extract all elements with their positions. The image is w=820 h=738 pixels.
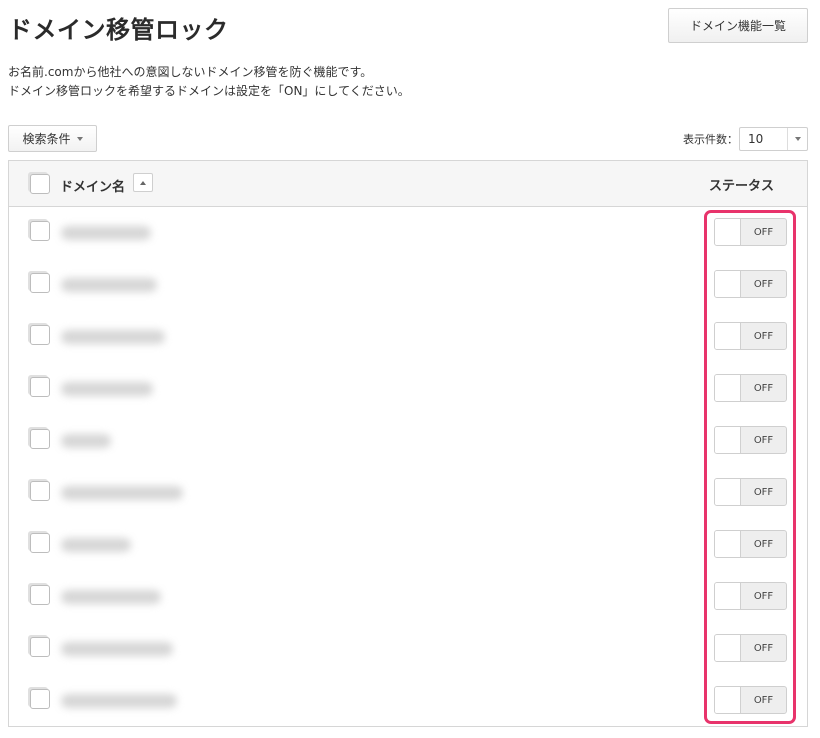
- table-row: OFF: [9, 623, 807, 675]
- toggle-label: OFF: [753, 226, 774, 238]
- toggle-knob: [715, 583, 741, 609]
- table-row: OFF: [9, 207, 807, 259]
- transfer-lock-toggle[interactable]: OFF: [714, 322, 787, 350]
- toggle-knob: [715, 531, 741, 557]
- toggle-knob: [715, 687, 741, 713]
- toggle-label: OFF: [753, 642, 774, 654]
- description-line-1: お名前.comから他社への意図しないドメイン移管を防ぐ機能です。: [8, 65, 373, 79]
- row-checkbox[interactable]: [30, 429, 50, 449]
- toggle-knob: [715, 219, 741, 245]
- table-row: OFF: [9, 415, 807, 467]
- description: お名前.comから他社への意図しないドメイン移管を防ぐ機能です。 ドメイン移管ロ…: [8, 63, 410, 101]
- toggle-label: OFF: [753, 694, 774, 706]
- status-column-header: ステータス: [709, 179, 775, 194]
- sort-up-icon: [140, 180, 146, 185]
- transfer-lock-toggle[interactable]: OFF: [714, 530, 787, 558]
- domain-name-redacted: [61, 694, 177, 708]
- toggle-label: OFF: [753, 278, 774, 290]
- toggle-label: OFF: [753, 538, 774, 550]
- toggle-label: OFF: [753, 434, 774, 446]
- sort-button[interactable]: [133, 173, 153, 192]
- domain-name-redacted: [61, 486, 183, 500]
- display-count-value: 10: [748, 132, 764, 146]
- row-checkbox[interactable]: [30, 325, 50, 345]
- search-conditions-button[interactable]: 検索条件: [8, 125, 97, 152]
- row-checkbox[interactable]: [30, 221, 50, 241]
- domain-name-redacted: [61, 278, 157, 292]
- table-row: OFF: [9, 311, 807, 363]
- table-row: OFF: [9, 467, 807, 519]
- domain-table: ドメイン名 ステータス OFF OFF OFF OFF OFF OFF OFF: [8, 160, 808, 727]
- domain-name-redacted: [61, 226, 151, 240]
- dropdown-arrow: [787, 128, 807, 150]
- display-count-label: 表示件数：: [683, 133, 738, 146]
- display-count-select[interactable]: 10: [739, 127, 808, 151]
- row-checkbox[interactable]: [30, 533, 50, 553]
- transfer-lock-toggle[interactable]: OFF: [714, 270, 787, 298]
- caret-down-icon: [76, 136, 83, 141]
- transfer-lock-toggle[interactable]: OFF: [714, 374, 787, 402]
- toggle-knob: [715, 479, 741, 505]
- table-row: OFF: [9, 571, 807, 623]
- table-row: OFF: [9, 675, 807, 727]
- toggle-knob: [715, 271, 741, 297]
- row-checkbox[interactable]: [30, 585, 50, 605]
- transfer-lock-toggle[interactable]: OFF: [714, 634, 787, 662]
- transfer-lock-toggle[interactable]: OFF: [714, 582, 787, 610]
- table-row: OFF: [9, 363, 807, 415]
- table-row: OFF: [9, 259, 807, 311]
- select-all-checkbox[interactable]: [30, 174, 50, 194]
- domain-function-list-button[interactable]: ドメイン機能一覧: [668, 8, 808, 43]
- table-header: ドメイン名 ステータス: [9, 161, 807, 207]
- toggle-knob: [715, 635, 741, 661]
- toggle-knob: [715, 375, 741, 401]
- domain-name-redacted: [61, 642, 173, 656]
- row-checkbox[interactable]: [30, 637, 50, 657]
- description-line-2: ドメイン移管ロックを希望するドメインは設定を「ON」にしてください。: [8, 84, 410, 98]
- domain-name-redacted: [61, 330, 165, 344]
- search-conditions-label: 検索条件: [22, 132, 71, 146]
- domain-name-redacted: [61, 538, 131, 552]
- domain-name-redacted: [61, 382, 153, 396]
- caret-down-icon: [794, 137, 801, 141]
- transfer-lock-toggle[interactable]: OFF: [714, 686, 787, 714]
- toggle-label: OFF: [753, 330, 774, 342]
- row-checkbox[interactable]: [30, 377, 50, 397]
- toggle-label: OFF: [753, 590, 774, 602]
- transfer-lock-toggle[interactable]: OFF: [714, 478, 787, 506]
- table-row: OFF: [9, 519, 807, 571]
- transfer-lock-toggle[interactable]: OFF: [714, 218, 787, 246]
- row-checkbox[interactable]: [30, 481, 50, 501]
- toggle-knob: [715, 427, 741, 453]
- toggle-knob: [715, 323, 741, 349]
- domain-name-redacted: [61, 590, 161, 604]
- row-checkbox[interactable]: [30, 689, 50, 709]
- transfer-lock-toggle[interactable]: OFF: [714, 426, 787, 454]
- domain-column-header: ドメイン名: [60, 180, 126, 195]
- toggle-label: OFF: [753, 382, 774, 394]
- row-checkbox[interactable]: [30, 273, 50, 293]
- domain-name-redacted: [61, 434, 111, 448]
- toggle-label: OFF: [753, 486, 774, 498]
- page-title: ドメイン移管ロック: [8, 16, 229, 44]
